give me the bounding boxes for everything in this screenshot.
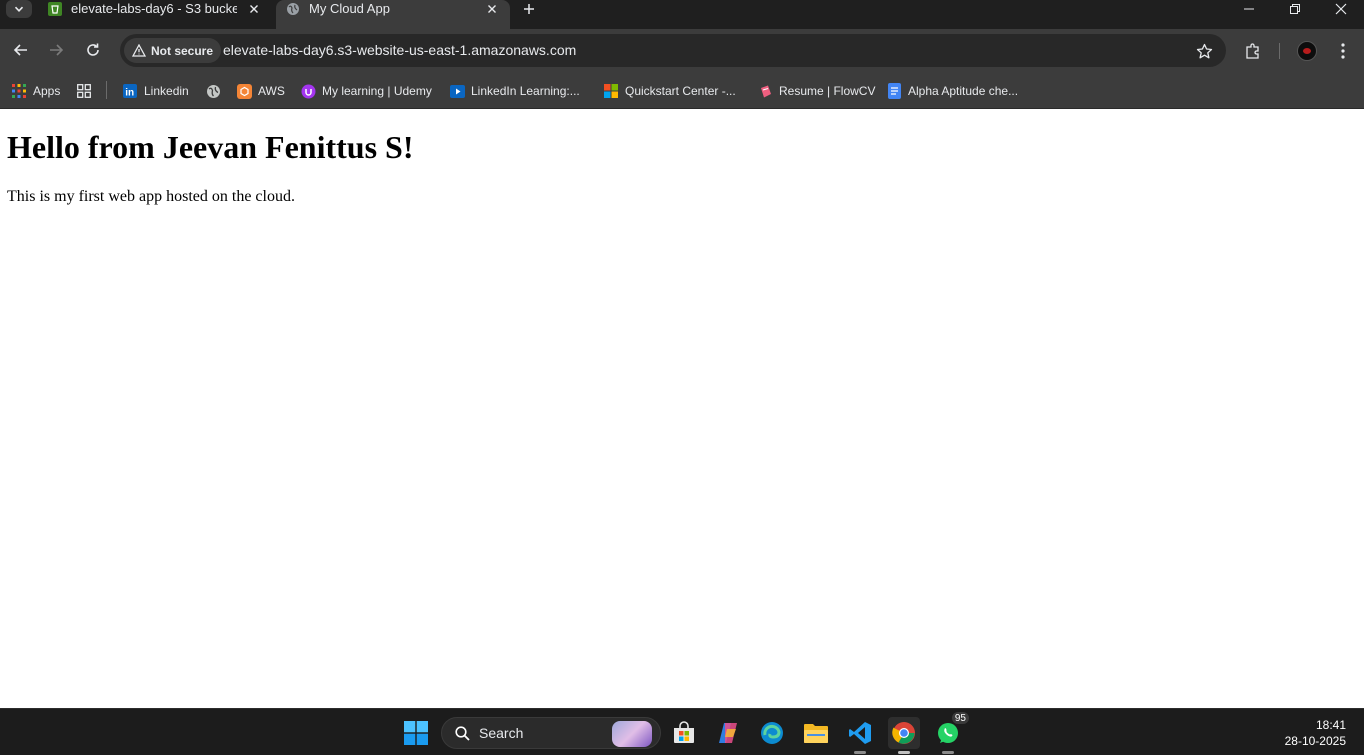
bookmark-label: LinkedIn Learning:... (471, 84, 580, 98)
search-label: Search (479, 725, 524, 741)
taskbar-vscode[interactable] (844, 717, 876, 754)
tab-strip: elevate-labs-day6 - S3 bucket | My Cloud… (0, 0, 1364, 29)
clock-time: 18:41 (1315, 718, 1346, 732)
linkedin-icon: in (122, 83, 138, 99)
windows-taskbar: Search 95 18:41 28-10-2025 (0, 708, 1364, 755)
linkedin-learning-icon (449, 83, 465, 99)
system-clock[interactable]: 18:41 28-10-2025 (1285, 717, 1346, 749)
search-icon (454, 725, 470, 741)
bookmark-label: My learning | Udemy (322, 84, 432, 98)
reload-icon (87, 43, 99, 56)
taskbar-edge[interactable] (756, 717, 788, 749)
tab-s3-bucket[interactable]: elevate-labs-day6 - S3 bucket | (38, 0, 274, 29)
bookmark-udemy[interactable]: My learning | Udemy (300, 79, 432, 103)
svg-text:in: in (125, 88, 134, 99)
arrow-right-icon (50, 44, 64, 56)
bookmark-flowcv[interactable]: Resume | FlowCV (757, 79, 875, 103)
browser-toolbar: Not secure elevate-labs-day6.s3-website-… (0, 29, 1364, 73)
bookmarks-divider (106, 81, 107, 99)
edge-icon (761, 722, 783, 744)
tab-title: elevate-labs-day6 - S3 bucket | (71, 1, 237, 16)
security-chip[interactable]: Not secure (124, 38, 222, 63)
vscode-icon (849, 722, 871, 744)
chrome-icon (892, 722, 915, 744)
globe-icon (286, 2, 300, 16)
taskbar-search[interactable]: Search (441, 717, 661, 749)
clock-date: 28-10-2025 (1284, 734, 1346, 748)
taskbar-copilot[interactable] (712, 717, 744, 749)
kebab-menu-icon[interactable] (1332, 40, 1354, 62)
start-button[interactable] (400, 717, 432, 749)
microsoft-store-icon (674, 721, 694, 743)
running-indicator (854, 751, 866, 754)
restore-button[interactable] (1272, 0, 1318, 18)
close-icon[interactable] (484, 1, 500, 17)
back-button[interactable] (7, 36, 35, 64)
copilot-icon (719, 723, 737, 743)
bookmark-tab-groups[interactable] (76, 79, 92, 103)
aws-icon (236, 83, 252, 99)
forward-button[interactable] (42, 36, 70, 64)
profile-avatar[interactable] (1297, 41, 1317, 61)
bookmark-label: Apps (33, 84, 61, 98)
taskbar-app-store[interactable] (668, 717, 700, 749)
taskbar-chrome[interactable] (888, 717, 920, 754)
bookmark-aws[interactable]: AWS (236, 79, 285, 103)
bookmark-quickstart[interactable]: Quickstart Center -... (603, 79, 736, 103)
page-heading: Hello from Jeevan Fenittus S! (7, 129, 414, 165)
arrow-left-icon (13, 44, 27, 56)
docs-icon (886, 83, 902, 99)
tab-title: My Cloud App (309, 1, 390, 16)
running-indicator (898, 751, 910, 754)
tab-my-cloud-app[interactable]: My Cloud App (276, 0, 510, 29)
bookmark-label: Resume | FlowCV (779, 84, 876, 98)
tab-groups-icon (76, 83, 92, 99)
plus-icon (524, 4, 534, 14)
taskbar-whatsapp[interactable]: 95 (932, 711, 970, 754)
page-paragraph: This is my first web app hosted on the c… (7, 188, 295, 205)
notification-badge: 95 (950, 711, 970, 725)
extensions-icon[interactable] (1242, 40, 1264, 62)
bookmark-globe[interactable] (205, 79, 221, 103)
minimize-button[interactable] (1226, 0, 1272, 18)
close-icon[interactable] (246, 1, 262, 17)
bookmark-alpha-aptitude[interactable]: Alpha Aptitude che... (886, 79, 1018, 103)
bookmark-label: Alpha Aptitude che... (908, 84, 1019, 98)
bookmark-label: Quickstart Center -... (625, 84, 736, 98)
minimize-icon (1244, 8, 1254, 10)
search-highlight-image (612, 721, 652, 747)
bookmark-apps[interactable]: Apps (11, 79, 60, 103)
bookmarks-bar: Apps in Linkedin AWS My learning | Udemy (0, 73, 1364, 109)
restore-icon (1290, 4, 1300, 14)
udemy-icon (300, 83, 316, 99)
warning-icon (132, 44, 146, 57)
close-window-button[interactable] (1318, 0, 1364, 18)
taskbar-file-explorer[interactable] (800, 717, 832, 749)
address-bar[interactable]: Not secure elevate-labs-day6.s3-website-… (120, 34, 1226, 67)
running-indicator (942, 751, 954, 754)
toolbar-divider (1279, 43, 1280, 59)
tab-search-button[interactable] (6, 0, 32, 18)
reload-button[interactable] (79, 36, 107, 64)
bookmark-linkedin-learning[interactable]: LinkedIn Learning:... (449, 79, 580, 103)
url-text[interactable]: elevate-labs-day6.s3-website-us-east-1.a… (223, 42, 576, 58)
web-page-content: Hello from Jeevan Fenittus S! This is my… (0, 109, 1364, 708)
globe-icon (205, 83, 221, 99)
bookmark-star-icon[interactable] (1194, 41, 1214, 61)
bookmark-label: Linkedin (144, 84, 189, 98)
security-label: Not secure (151, 43, 214, 58)
s3-bucket-icon (48, 2, 62, 16)
new-tab-button[interactable] (518, 0, 540, 18)
bookmark-label: AWS (258, 84, 285, 98)
windows-start-icon (404, 721, 428, 745)
close-icon (1335, 3, 1347, 15)
microsoft-icon (603, 83, 619, 99)
chevron-down-icon (14, 6, 24, 12)
apps-grid-icon (11, 83, 27, 99)
file-explorer-icon (804, 724, 828, 743)
bookmark-linkedin[interactable]: in Linkedin (122, 79, 189, 103)
flowcv-icon (757, 83, 773, 99)
